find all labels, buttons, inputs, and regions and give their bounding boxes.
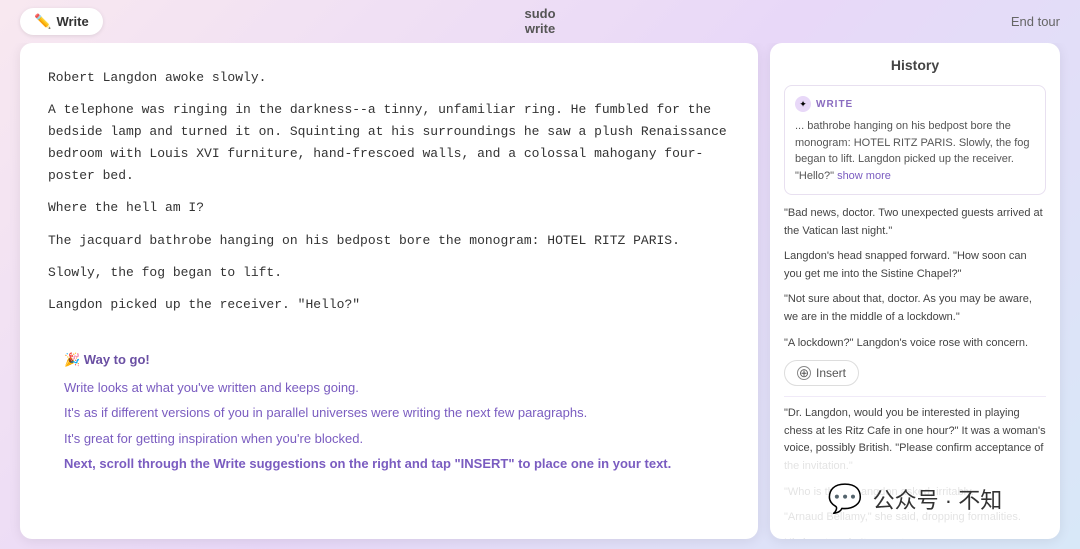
wechat-icon: 💬 <box>828 482 863 516</box>
show-more-link[interactable]: show more <box>837 170 891 182</box>
write-button-label: Write <box>56 14 88 29</box>
insert-button-1[interactable]: ⊕ Insert <box>784 360 859 386</box>
paragraph-5: Slowly, the fog began to lift. <box>48 262 730 284</box>
suggestion-2: Langdon's head snapped forward. "How soo… <box>784 248 1046 283</box>
insert-icon-1: ⊕ <box>797 366 811 380</box>
suggestion-1: "Bad news, doctor. Two unexpected guests… <box>784 205 1046 240</box>
logo-text: sudo write <box>524 7 555 36</box>
tour-line-4: Next, scroll through the Write suggestio… <box>64 454 714 474</box>
watermark-text: 公众号 · 不知 <box>873 483 1003 515</box>
tour-box: 🎉 Way to go! Write looks at what you've … <box>48 336 730 496</box>
history-preview: ... bathrobe hanging on his bedpost bore… <box>795 118 1035 184</box>
suggestion-4: "A lockdown?" Langdon's voice rose with … <box>784 335 1046 353</box>
pencil-icon: ✏️ <box>34 13 51 30</box>
header: ✏️ Write sudo write End tour <box>0 0 1080 43</box>
app-logo: sudo write <box>524 7 555 36</box>
paragraph-3: Where the hell am I? <box>48 197 730 219</box>
history-panel: History ✦ WRITE ... bathrobe hanging on … <box>770 43 1060 539</box>
write-badge: WRITE <box>816 99 853 110</box>
editor-panel: Robert Langdon awoke slowly. A telephone… <box>20 43 758 539</box>
write-section: ✦ WRITE ... bathrobe hanging on his bedp… <box>784 85 1046 195</box>
tour-line-3: It's great for getting inspiration when … <box>64 429 714 449</box>
editor-text: Robert Langdon awoke slowly. A telephone… <box>48 67 730 316</box>
paragraph-1: Robert Langdon awoke slowly. <box>48 67 730 89</box>
watermark-overlay: 💬 公众号 · 不知 <box>770 459 1060 539</box>
write-section-header: ✦ WRITE <box>795 96 1035 112</box>
paragraph-2: A telephone was ringing in the darkness-… <box>48 99 730 187</box>
tour-title: 🎉 Way to go! <box>64 352 714 368</box>
tour-line-1: Write looks at what you've written and k… <box>64 378 714 398</box>
history-title: History <box>784 57 1046 73</box>
tour-line-2: It's as if different versions of you in … <box>64 403 714 423</box>
divider-1 <box>784 396 1046 397</box>
main-content: Robert Langdon awoke slowly. A telephone… <box>0 43 1080 549</box>
end-tour-button[interactable]: End tour <box>1011 14 1060 29</box>
paragraph-4: The jacquard bathrobe hanging on his bed… <box>48 230 730 252</box>
paragraph-6: Langdon picked up the receiver. "Hello?" <box>48 294 730 316</box>
write-button[interactable]: ✏️ Write <box>20 8 103 35</box>
suggestion-3: "Not sure about that, doctor. As you may… <box>784 291 1046 326</box>
write-badge-icon: ✦ <box>795 96 811 112</box>
